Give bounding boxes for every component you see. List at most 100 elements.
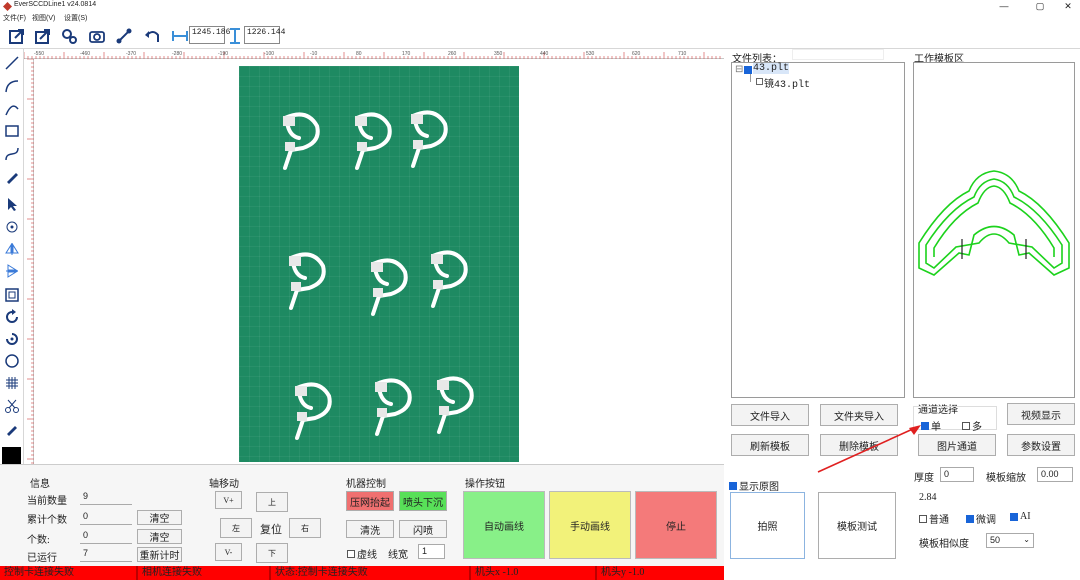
similarity-label: 模板相似度 [919, 539, 969, 550]
minimize-icon[interactable]: — [990, 0, 1018, 13]
current-count-label: 当前数量 [27, 496, 67, 507]
v-plus-button[interactable]: V+ [215, 491, 242, 509]
template-scale-field[interactable]: 0.00 [1037, 467, 1073, 482]
multi-label: 多 [972, 422, 982, 433]
mode-normal-check[interactable]: 普通 [919, 511, 949, 526]
similarity-dropdown[interactable]: 50 ⌄ [986, 533, 1034, 548]
machine-control-title: 机器控制 [346, 479, 386, 490]
pen-tool-icon[interactable] [2, 167, 22, 187]
mode-fine-check[interactable]: 微调 [966, 511, 996, 526]
right-button[interactable]: 右 [289, 518, 321, 538]
multi-channel-check[interactable]: 多 [962, 418, 982, 433]
clear-count-button[interactable]: 清空 [137, 529, 182, 544]
ruler-label: 620 [632, 51, 641, 57]
v-minus-button[interactable]: V- [215, 543, 242, 561]
press-lift-button[interactable]: 压网抬起 [346, 491, 394, 511]
running-value: 7 [80, 547, 132, 562]
menu-view[interactable]: 视图(V) [32, 13, 55, 23]
file-list-search[interactable] [792, 49, 884, 60]
brush-tool-icon[interactable] [2, 419, 22, 439]
ruler-label: -460 [80, 51, 90, 57]
fabric-piece [295, 382, 332, 440]
rotate-ccw-icon[interactable] [2, 329, 22, 349]
thickness-spinner[interactable]: 0 [940, 467, 974, 482]
fabric-piece [355, 112, 392, 170]
frame-tool-icon[interactable] [2, 285, 22, 305]
import-file-button[interactable]: 文件导入 [731, 404, 809, 426]
close-icon[interactable]: ✕ [1054, 0, 1080, 13]
swatch-black[interactable] [2, 447, 21, 464]
mode-ai-check[interactable]: AI [1010, 511, 1031, 522]
settings-gear-icon[interactable] [57, 25, 80, 47]
ruler-label: -550 [34, 51, 44, 57]
clean-button[interactable]: 清洗 [346, 520, 394, 538]
nozzle-down-button[interactable]: 喷头下沉 [399, 491, 447, 511]
stop-button[interactable]: 停止 [635, 491, 717, 559]
ruler-label: 170 [402, 51, 411, 57]
dashed-line-check[interactable]: 虚线 [347, 546, 377, 561]
height-value-field[interactable]: 1226.144 [244, 26, 285, 44]
rectangle-tool-icon[interactable] [2, 121, 22, 141]
clear-total-button[interactable]: 清空 [137, 510, 182, 525]
tree-check-icon[interactable] [756, 78, 763, 85]
photo-button[interactable]: 拍照 [730, 492, 805, 559]
width-icon [168, 25, 191, 47]
maximize-icon[interactable]: ▢ [1026, 0, 1054, 13]
circle-tool-icon[interactable] [2, 351, 22, 371]
line-tool-icon[interactable] [2, 53, 22, 73]
checkbox-icon [919, 514, 927, 523]
mirror-tool-icon[interactable] [2, 239, 22, 259]
down-button[interactable]: 下 [256, 543, 288, 563]
width-value-field[interactable]: 1245.186 [189, 26, 230, 44]
chevron-down-icon: ⌄ [1023, 535, 1030, 544]
grid-tool-icon[interactable] [2, 373, 22, 393]
camera-board-image [239, 66, 519, 462]
arc-tool-icon[interactable] [2, 76, 22, 96]
node-edit-icon[interactable] [2, 217, 22, 237]
rotate-cw-icon[interactable] [2, 307, 22, 327]
camera-icon[interactable] [85, 25, 108, 47]
scissors-icon[interactable] [2, 396, 22, 416]
refresh-template-button[interactable]: 刷新模板 [731, 434, 809, 456]
param-settings-button[interactable]: 参数设置 [1007, 434, 1075, 456]
tree-item[interactable]: 镜43.plt [764, 75, 810, 91]
operation-buttons-title: 操作按钮 [465, 479, 505, 490]
tree-item[interactable]: 43.plt [753, 63, 790, 74]
annotation-arrow [817, 425, 921, 473]
manual-draw-button[interactable]: 手动画线 [549, 491, 631, 559]
select-arrow-icon[interactable] [2, 194, 22, 214]
template-test-button[interactable]: 模板测试 [818, 492, 896, 559]
menu-settings[interactable]: 设置(S) [64, 13, 87, 23]
work-canvas[interactable] [34, 59, 724, 464]
export-icon[interactable] [31, 25, 54, 47]
flash-spray-button[interactable]: 闪喷 [399, 520, 447, 538]
open-icon[interactable] [5, 25, 28, 47]
tree-connector [750, 74, 751, 82]
up-button[interactable]: 上 [256, 492, 288, 512]
left-button[interactable]: 左 [220, 518, 252, 538]
undo-icon[interactable] [140, 25, 163, 47]
show-original-check[interactable]: 显示原图 [729, 478, 779, 493]
ruler-label: -190 [218, 51, 228, 57]
checkbox-icon [729, 481, 737, 490]
tree-check-icon[interactable] [744, 66, 752, 74]
reset-timer-button[interactable]: 重新计时 [137, 547, 182, 562]
path-icon[interactable] [112, 25, 135, 47]
curve-tool-icon[interactable] [2, 99, 22, 119]
ai-label: AI [1020, 511, 1031, 522]
video-display-button[interactable]: 视频显示 [1007, 403, 1075, 425]
reset-position-button[interactable]: 复位 [260, 521, 282, 537]
toolbar: 1245.186 1226.144 [0, 23, 1080, 49]
menu-file[interactable]: 文件(F) [3, 13, 26, 23]
auto-draw-button[interactable]: 自动画线 [463, 491, 545, 559]
head-x-status: 机头x -1.0 [471, 566, 597, 580]
fabric-piece [375, 378, 412, 436]
ruler-label: 350 [494, 51, 503, 57]
bezier-tool-icon[interactable] [2, 144, 22, 164]
line-width-field[interactable]: 1 [418, 544, 445, 559]
flip-tool-icon[interactable] [2, 261, 22, 281]
image-channel-button[interactable]: 图片通道 [918, 434, 996, 456]
ruler-label: 710 [678, 51, 687, 57]
ruler-label: 440 [540, 51, 549, 57]
menu-bar: 文件(F) 视图(V) 设置(S) [0, 13, 1080, 23]
